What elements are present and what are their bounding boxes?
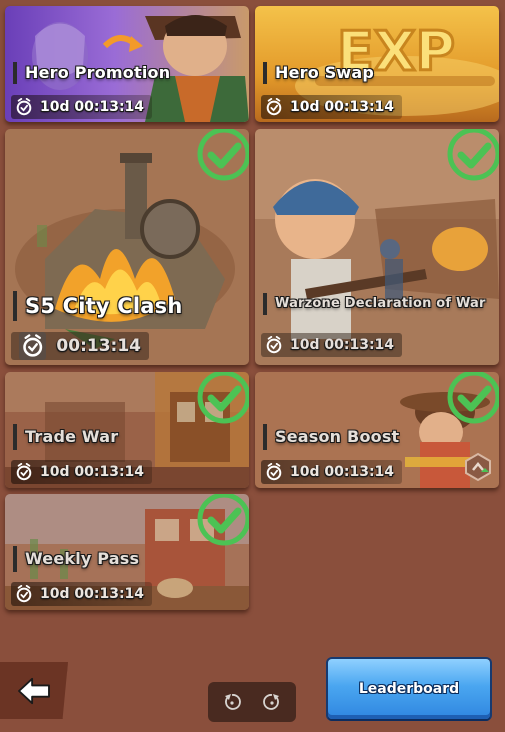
event-card-season-boost[interactable]: Season Boost 10d 00:13:14 bbox=[255, 372, 499, 488]
event-timer-text: 00:13:14 bbox=[56, 336, 141, 356]
event-timer: 00:13:14 bbox=[11, 332, 149, 360]
rotate-right-icon[interactable] bbox=[262, 692, 282, 712]
event-title: S5 City Clash bbox=[13, 291, 183, 321]
check-circle-icon bbox=[197, 129, 249, 181]
alarm-clock-icon bbox=[266, 336, 282, 354]
alarm-clock-icon bbox=[266, 98, 282, 116]
event-card-warzone[interactable]: Warzone Declaration of War 10d 00:13:14 bbox=[255, 129, 499, 365]
alarm-clock-icon bbox=[16, 98, 32, 116]
event-title: Warzone Declaration of War bbox=[263, 293, 486, 315]
alarm-clock-icon bbox=[266, 463, 282, 481]
back-arrow-icon bbox=[18, 677, 50, 704]
event-card-hero-promotion[interactable]: Hero Promotion 10d 00:13:14 bbox=[5, 6, 249, 122]
event-title: Season Boost bbox=[263, 424, 399, 450]
check-circle-icon bbox=[447, 372, 499, 424]
event-title: Hero Promotion bbox=[13, 62, 170, 84]
event-timer: 10d 00:13:14 bbox=[11, 95, 153, 119]
back-button[interactable] bbox=[0, 662, 68, 719]
event-timer: 10d 00:13:14 bbox=[261, 95, 403, 119]
event-timer-text: 10d 00:13:14 bbox=[290, 337, 395, 353]
event-timer: 10d 00:13:14 bbox=[11, 582, 153, 606]
alarm-clock-icon bbox=[19, 332, 47, 360]
check-circle-icon bbox=[197, 494, 249, 546]
event-timer: 10d 00:13:14 bbox=[261, 333, 403, 357]
leaderboard-button[interactable]: Leaderboard bbox=[328, 659, 490, 719]
rotate-left-icon[interactable] bbox=[222, 692, 242, 712]
event-timer-text: 10d 00:13:14 bbox=[290, 464, 395, 480]
event-title: Weekly Pass bbox=[13, 546, 139, 572]
event-title: Hero Swap bbox=[263, 62, 374, 84]
event-timer: 10d 00:13:14 bbox=[261, 460, 403, 484]
check-circle-icon bbox=[447, 129, 499, 181]
check-circle-icon bbox=[197, 372, 249, 424]
event-timer-text: 10d 00:13:14 bbox=[40, 464, 145, 480]
event-card-trade-war[interactable]: Trade War 10d 00:13:14 bbox=[5, 372, 249, 488]
event-timer-text: 10d 00:13:14 bbox=[40, 586, 145, 602]
event-timer-text: 10d 00:13:14 bbox=[40, 99, 145, 115]
event-card-weekly-pass[interactable]: Weekly Pass 10d 00:13:14 bbox=[5, 494, 249, 610]
event-timer: 10d 00:13:14 bbox=[11, 460, 153, 484]
event-title: Trade War bbox=[13, 424, 118, 450]
upgrade-badge-icon bbox=[465, 452, 491, 482]
event-card-city-clash[interactable]: S5 City Clash 00:13:14 bbox=[5, 129, 249, 365]
event-timer-text: 10d 00:13:14 bbox=[290, 99, 395, 115]
event-card-hero-swap[interactable]: EXP Hero Swap 10d 00:13:14 bbox=[255, 6, 499, 122]
alarm-clock-icon bbox=[16, 463, 32, 481]
rotation-controls bbox=[208, 682, 296, 722]
alarm-clock-icon bbox=[16, 585, 32, 603]
